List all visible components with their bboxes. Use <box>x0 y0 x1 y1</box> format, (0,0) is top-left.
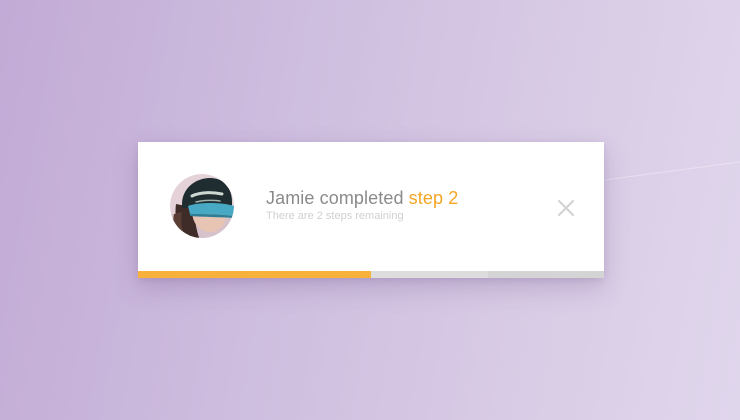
title-step-highlight: step 2 <box>408 188 459 208</box>
step-progress-bar <box>138 271 604 278</box>
close-button[interactable] <box>552 194 580 222</box>
title-prefix: Jamie completed <box>266 188 409 208</box>
notification-title: Jamie completed step 2 <box>266 188 458 209</box>
notification-card: Jamie completed step 2 There are 2 steps… <box>138 142 604 278</box>
close-icon <box>558 200 574 216</box>
progress-segment-4 <box>487 271 604 278</box>
progress-segment-2 <box>254 271 371 278</box>
notification-subtitle: There are 2 steps remaining <box>266 210 404 222</box>
avatar <box>170 174 234 238</box>
progress-segment-3 <box>371 271 488 278</box>
progress-segment-1 <box>138 271 255 278</box>
user-photo-avatar-icon <box>170 174 234 238</box>
